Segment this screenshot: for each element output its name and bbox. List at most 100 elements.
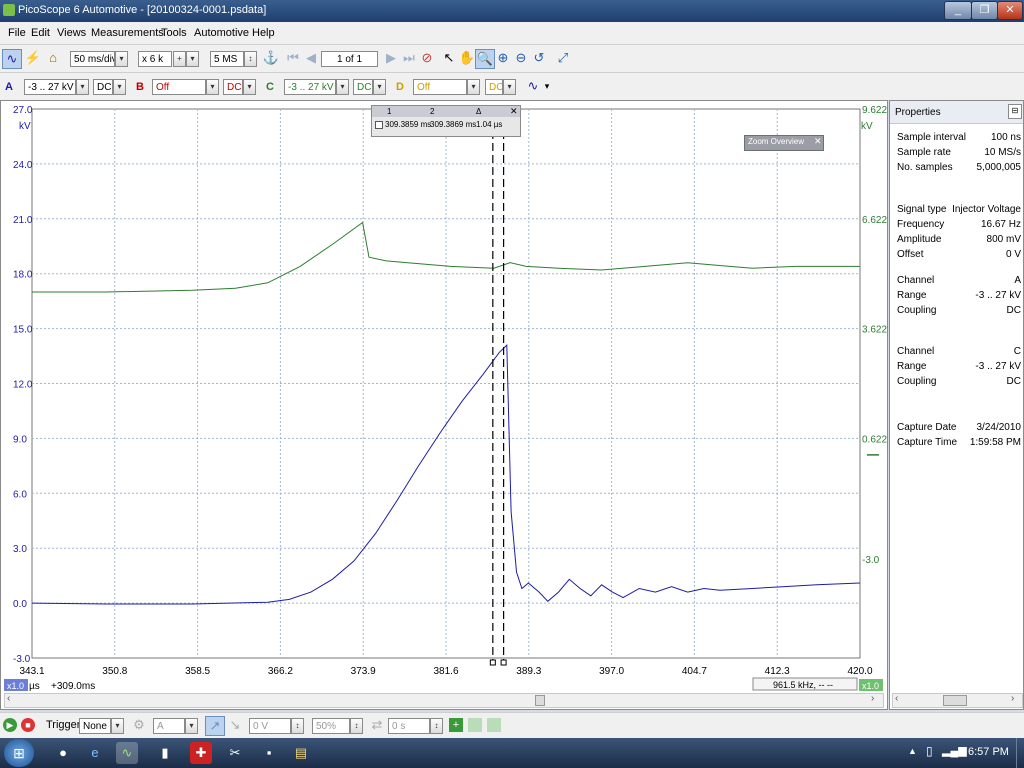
property-row: Sample rate 10 MS/s: [897, 147, 1021, 158]
trigger-advanced-icon[interactable]: ⚙: [130, 716, 148, 734]
add-ruler-icon[interactable]: +: [449, 718, 463, 732]
channel-d-coupling[interactable]: DC: [485, 79, 503, 95]
properties-scroll-right-icon[interactable]: ›: [1011, 693, 1014, 704]
channel-b-range[interactable]: Off: [152, 79, 206, 95]
waveform-plot[interactable]: 27.0 24.0 21.0 18.0 15.0 12.0 9.0 6.0 3.0 0.0 -3.0…: [1, 101, 887, 709]
tray-battery-icon[interactable]: ▯: [926, 744, 933, 758]
falling-edge-icon[interactable]: ↘: [226, 716, 244, 734]
channel-c-range[interactable]: -3 .. 27 kV: [284, 79, 336, 95]
taskbar-picoscope-icon[interactable]: ∿: [116, 742, 138, 764]
trigger-mode-field[interactable]: None: [79, 718, 111, 734]
scope-mode-icon[interactable]: ∿: [2, 49, 22, 69]
channel-c-coupling-dropdown-icon[interactable]: ▾: [373, 79, 386, 95]
taskbar-app-icon[interactable]: ✂: [224, 742, 246, 764]
channel-d-range[interactable]: Off: [413, 79, 467, 95]
zoom-overview-close-icon[interactable]: ✕: [814, 136, 822, 147]
start-button[interactable]: ⊞: [4, 739, 34, 767]
channel-a-coupling[interactable]: DC: [93, 79, 113, 95]
zoom-to-fit-icon[interactable]: ⤢: [554, 49, 572, 67]
trigger-delay-icon[interactable]: ⇄: [368, 716, 386, 734]
channel-c-coupling[interactable]: DC: [353, 79, 373, 95]
taskbar-app-icon[interactable]: ✚: [190, 742, 212, 764]
channel-a-range[interactable]: -3 .. 27 kV: [24, 79, 76, 95]
samples-spinner-icon[interactable]: ↕: [244, 51, 257, 67]
menu-automotive[interactable]: Automotive: [194, 27, 249, 39]
tray-network-icon[interactable]: ▂▄▆: [942, 744, 967, 757]
undo-zoom-icon[interactable]: ↺: [530, 49, 548, 67]
rising-edge-icon[interactable]: ↗: [205, 716, 225, 736]
menu-tools[interactable]: Tools: [161, 27, 187, 39]
hand-tool-icon[interactable]: ✋: [458, 49, 476, 67]
zoom-in-icon[interactable]: ⊕: [494, 49, 512, 67]
trigger-channel-field[interactable]: A: [153, 718, 185, 734]
taskbar-ie-icon[interactable]: e: [84, 742, 106, 764]
taskbar-app-icon[interactable]: ▪: [258, 742, 280, 764]
trigger-channel-dropdown-icon[interactable]: ▾: [185, 718, 198, 734]
ruler-close-icon[interactable]: ✕: [510, 106, 518, 117]
samples-field[interactable]: 5 MS: [210, 51, 244, 67]
channel-c-range-dropdown-icon[interactable]: ▾: [336, 79, 349, 95]
menu-help[interactable]: Help: [252, 27, 275, 39]
scope-view[interactable]: 27.0 24.0 21.0 18.0 15.0 12.0 9.0 6.0 3.0 0.0 -3.0…: [0, 100, 888, 710]
show-desktop-button[interactable]: [1016, 738, 1024, 768]
pointer-tool-icon[interactable]: ↖: [440, 49, 458, 67]
timebase-field[interactable]: 50 ms/div: [70, 51, 115, 67]
menu-file[interactable]: File: [8, 27, 26, 39]
ruler-table[interactable]: 1 2 Δ ✕ 309.3859 ms 309.3869 ms 1.04 µs: [371, 105, 521, 137]
taskbar-explorer-icon[interactable]: ▤: [290, 742, 312, 764]
channel-b-coupling[interactable]: DC: [223, 79, 243, 95]
minimize-button[interactable]: _: [944, 1, 972, 20]
zoom-tool-icon[interactable]: 🔍: [475, 49, 495, 69]
menu-edit[interactable]: Edit: [31, 27, 50, 39]
channel-b-range-dropdown-icon[interactable]: ▾: [206, 79, 219, 95]
prev-page-icon[interactable]: ◀: [302, 49, 320, 67]
property-row: Channel A: [897, 275, 1021, 286]
pin-icon[interactable]: ⊟: [1008, 104, 1022, 119]
next-page-icon[interactable]: ▶: [382, 49, 400, 67]
zoom-up-icon[interactable]: +: [173, 51, 186, 67]
auto-setup-icon[interactable]: ⚡: [24, 49, 42, 67]
trigger-percent-spinner-icon[interactable]: ↕: [350, 718, 363, 734]
trigger-delay-spinner-icon[interactable]: ↕: [430, 718, 443, 734]
menu-views[interactable]: Views: [57, 27, 86, 39]
channel-labels-icon[interactable]: [487, 718, 501, 732]
zoom-overview-button[interactable]: Zoom Overview ✕: [744, 135, 824, 151]
home-icon[interactable]: ⌂: [44, 49, 62, 67]
trigger-percent-field[interactable]: 50%: [312, 718, 350, 734]
last-page-icon[interactable]: ⏭: [400, 49, 418, 67]
trigger-delay-field[interactable]: 0 s: [388, 718, 430, 734]
horizontal-scrollbar[interactable]: ‹ ›: [4, 693, 884, 708]
zoom-field[interactable]: x 6 k: [138, 51, 172, 67]
run-icon[interactable]: ▶: [3, 718, 17, 732]
taskbar-app-icon[interactable]: ▮: [154, 742, 176, 764]
stopwatch-icon[interactable]: ⊘: [418, 49, 436, 67]
trigger-level-spinner-icon[interactable]: ↕: [291, 718, 304, 734]
channel-a-coupling-dropdown-icon[interactable]: ▾: [113, 79, 126, 95]
timebase-dropdown-icon[interactable]: ▾: [115, 51, 128, 67]
channel-d-coupling-dropdown-icon[interactable]: ▾: [503, 79, 516, 95]
channel-b-coupling-dropdown-icon[interactable]: ▾: [243, 79, 256, 95]
channel-d-range-dropdown-icon[interactable]: ▾: [467, 79, 480, 95]
zoom-out-icon[interactable]: ⊖: [512, 49, 530, 67]
scroll-right-icon[interactable]: ›: [871, 693, 874, 704]
trigger-mode-dropdown-icon[interactable]: ▾: [111, 718, 124, 734]
taskbar-app-icon[interactable]: ●: [52, 742, 74, 764]
close-button[interactable]: ✕: [997, 1, 1023, 20]
trigger-link-icon[interactable]: ⚓: [262, 49, 280, 67]
menu-measurements[interactable]: Measurements: [91, 27, 164, 39]
math-channel-dropdown-icon[interactable]: ▾: [538, 77, 556, 95]
channel-a-range-dropdown-icon[interactable]: ▾: [76, 79, 89, 95]
x-axis-tick-label: 373.9: [351, 666, 376, 677]
zoom-dropdown-icon[interactable]: ▾: [186, 51, 199, 67]
scroll-left-icon[interactable]: ‹: [7, 693, 10, 704]
trigger-level-field[interactable]: 0 V: [249, 718, 291, 734]
scroll-thumb[interactable]: [535, 695, 545, 706]
tray-expand-icon[interactable]: ▲: [908, 746, 917, 756]
first-page-icon[interactable]: ⏮: [284, 49, 302, 67]
properties-scroll-left-icon[interactable]: ‹: [895, 693, 898, 704]
maximize-button[interactable]: ❐: [971, 1, 998, 20]
stop-icon[interactable]: ■: [21, 718, 35, 732]
properties-scroll-thumb[interactable]: [943, 695, 967, 706]
ruler-notes-icon[interactable]: [468, 718, 482, 732]
properties-scrollbar[interactable]: ‹ ›: [892, 693, 1023, 708]
